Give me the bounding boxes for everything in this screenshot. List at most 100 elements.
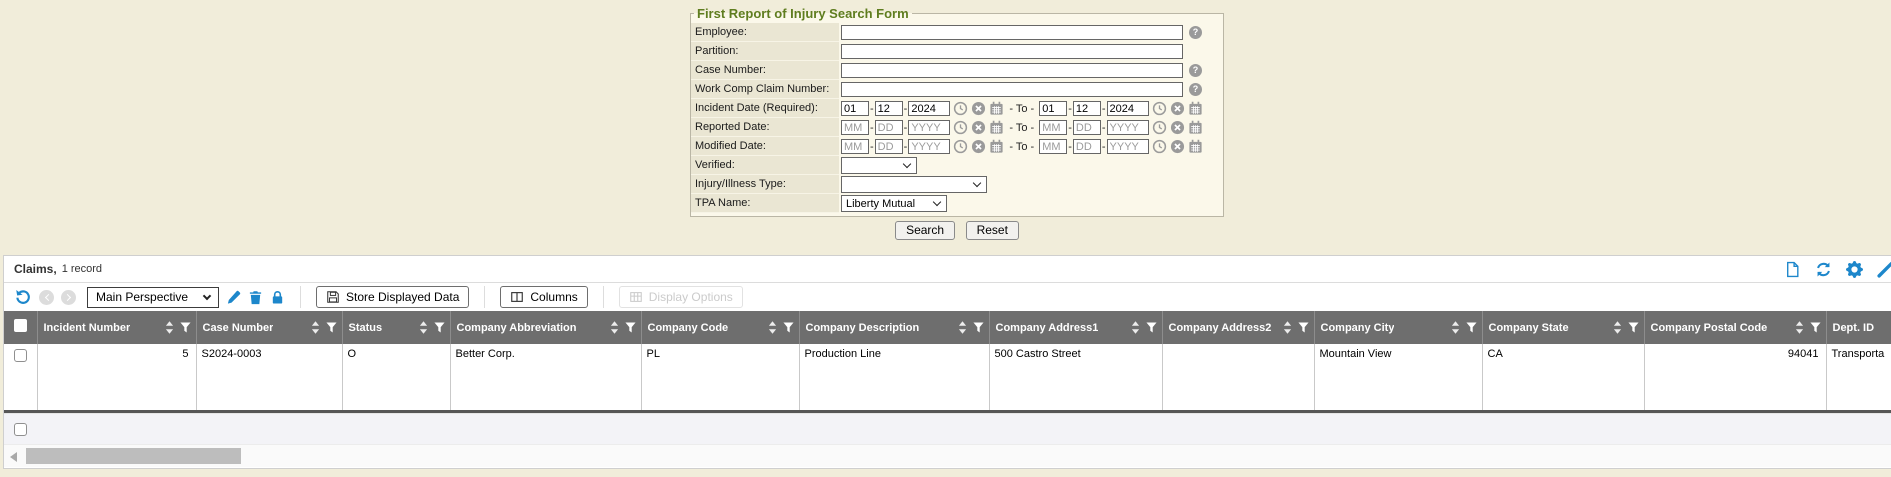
reset-button[interactable]: Reset <box>966 221 1019 240</box>
select-all-checkbox[interactable] <box>14 319 27 332</box>
injury-type-select[interactable] <box>841 176 987 193</box>
clock-icon[interactable] <box>953 139 968 154</box>
store-displayed-data-button[interactable]: Store Displayed Data <box>316 286 469 308</box>
clear-date-icon[interactable] <box>971 139 986 154</box>
reported-from-year-input[interactable] <box>908 120 950 135</box>
calendar-icon[interactable] <box>989 120 1004 135</box>
sort-icon[interactable] <box>165 321 174 334</box>
calendar-icon[interactable] <box>1188 101 1203 116</box>
incident-to-month-input[interactable] <box>1039 101 1067 116</box>
reported-to-day-input[interactable] <box>1073 120 1101 135</box>
calendar-icon[interactable] <box>989 139 1004 154</box>
incident-from-month-input[interactable] <box>841 101 869 116</box>
display-options-button[interactable]: Display Options <box>619 286 743 308</box>
case-number-input[interactable] <box>841 63 1183 78</box>
delete-trash-icon[interactable] <box>248 290 263 305</box>
modified-to-month-input[interactable] <box>1039 139 1067 154</box>
column-header-company-address2[interactable]: Company Address2 <box>1162 311 1314 344</box>
filter-funnel-icon[interactable] <box>180 322 191 333</box>
filter-funnel-icon[interactable] <box>1628 322 1639 333</box>
column-header-company-city[interactable]: Company City <box>1314 311 1482 344</box>
perspective-select[interactable]: Main Perspective <box>87 287 219 308</box>
filter-funnel-icon[interactable] <box>326 322 337 333</box>
prev-button[interactable] <box>39 290 54 305</box>
employee-input[interactable] <box>841 25 1183 40</box>
refresh-icon[interactable] <box>1815 261 1832 278</box>
column-header-status[interactable]: Status <box>342 311 450 344</box>
incident-from-year-input[interactable] <box>908 101 950 116</box>
incident-to-year-input[interactable] <box>1107 101 1149 116</box>
clear-date-icon[interactable] <box>1170 120 1185 135</box>
column-header-company-code[interactable]: Company Code <box>641 311 799 344</box>
clear-date-icon[interactable] <box>1170 139 1185 154</box>
select-all-header-cell[interactable] <box>4 311 37 344</box>
column-header-company-address1[interactable]: Company Address1 <box>989 311 1162 344</box>
incident-to-day-input[interactable] <box>1073 101 1101 116</box>
filter-funnel-icon[interactable] <box>1466 322 1477 333</box>
partition-input[interactable] <box>841 44 1183 59</box>
sort-icon[interactable] <box>1451 321 1460 334</box>
sort-icon[interactable] <box>1795 321 1804 334</box>
calendar-icon[interactable] <box>1188 120 1203 135</box>
gear-icon[interactable] <box>1846 261 1863 278</box>
modified-to-day-input[interactable] <box>1073 139 1101 154</box>
undo-button[interactable] <box>14 288 32 306</box>
scroll-left-arrow[interactable] <box>10 452 17 462</box>
clock-icon[interactable] <box>953 120 968 135</box>
lock-icon[interactable] <box>270 290 285 305</box>
column-header-incident-number[interactable]: Incident Number <box>37 311 196 344</box>
column-header-dept-id[interactable]: Dept. ID <box>1826 311 1891 344</box>
calendar-icon[interactable] <box>989 101 1004 116</box>
modified-to-year-input[interactable] <box>1107 139 1149 154</box>
sort-icon[interactable] <box>768 321 777 334</box>
filter-funnel-icon[interactable] <box>1146 322 1157 333</box>
horizontal-scrollbar[interactable] <box>4 444 1891 467</box>
clock-icon[interactable] <box>953 101 968 116</box>
tpa-name-select[interactable]: Liberty Mutual <box>841 195 947 212</box>
verified-select[interactable] <box>841 157 917 174</box>
new-document-icon[interactable] <box>1784 261 1801 278</box>
wrench-icon[interactable] <box>1877 261 1891 278</box>
column-header-company-description[interactable]: Company Description <box>799 311 989 344</box>
column-header-company-abbreviation[interactable]: Company Abbreviation <box>450 311 641 344</box>
next-button[interactable] <box>61 290 76 305</box>
filter-funnel-icon[interactable] <box>434 322 445 333</box>
clock-icon[interactable] <box>1152 101 1167 116</box>
clock-icon[interactable] <box>1152 120 1167 135</box>
sort-icon[interactable] <box>1131 321 1140 334</box>
modified-from-month-input[interactable] <box>841 139 869 154</box>
footer-select-checkbox[interactable] <box>14 423 27 436</box>
sort-icon[interactable] <box>311 321 320 334</box>
modified-from-year-input[interactable] <box>908 139 950 154</box>
incident-from-day-input[interactable] <box>875 101 903 116</box>
case-number-help-icon[interactable]: ? <box>1189 64 1202 77</box>
reported-from-month-input[interactable] <box>841 120 869 135</box>
sort-icon[interactable] <box>1613 321 1622 334</box>
work-comp-input[interactable] <box>841 82 1183 97</box>
clear-date-icon[interactable] <box>1170 101 1185 116</box>
reported-from-day-input[interactable] <box>875 120 903 135</box>
work-comp-help-icon[interactable]: ? <box>1189 83 1202 96</box>
column-header-case-number[interactable]: Case Number <box>196 311 342 344</box>
search-button[interactable]: Search <box>895 221 955 240</box>
scrollbar-thumb[interactable] <box>26 448 241 464</box>
reported-to-year-input[interactable] <box>1107 120 1149 135</box>
edit-pencil-icon[interactable] <box>226 290 241 305</box>
clear-date-icon[interactable] <box>971 120 986 135</box>
row-checkbox[interactable] <box>14 349 27 362</box>
filter-funnel-icon[interactable] <box>1810 322 1821 333</box>
columns-button[interactable]: Columns <box>500 286 587 308</box>
calendar-icon[interactable] <box>1188 139 1203 154</box>
sort-icon[interactable] <box>419 321 428 334</box>
filter-funnel-icon[interactable] <box>973 322 984 333</box>
column-header-company-postal-code[interactable]: Company Postal Code <box>1644 311 1826 344</box>
filter-funnel-icon[interactable] <box>783 322 794 333</box>
filter-funnel-icon[interactable] <box>625 322 636 333</box>
modified-from-day-input[interactable] <box>875 139 903 154</box>
employee-help-icon[interactable]: ? <box>1189 26 1202 39</box>
sort-icon[interactable] <box>1283 321 1292 334</box>
sort-icon[interactable] <box>958 321 967 334</box>
reported-to-month-input[interactable] <box>1039 120 1067 135</box>
clock-icon[interactable] <box>1152 139 1167 154</box>
column-header-company-state[interactable]: Company State <box>1482 311 1644 344</box>
